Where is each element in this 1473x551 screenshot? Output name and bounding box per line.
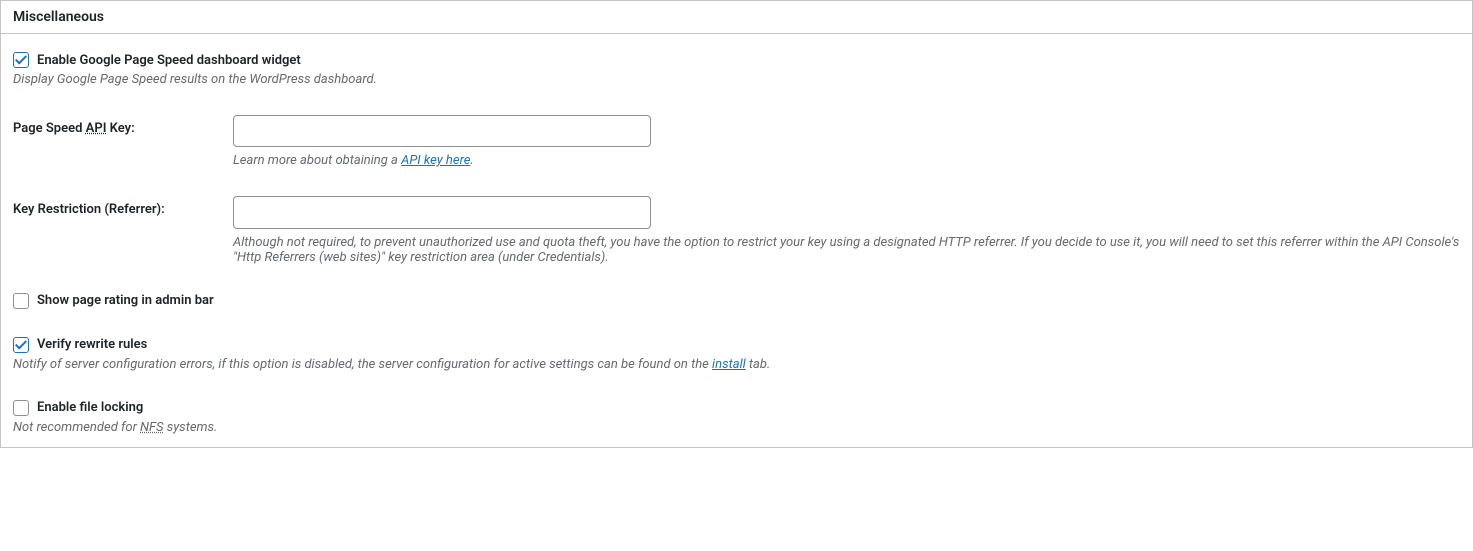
show-rating-label[interactable]: Show page rating in admin bar (37, 293, 214, 308)
enable-widget-label[interactable]: Enable Google Page Speed dashboard widge… (37, 53, 301, 68)
enable-widget-checkbox[interactable] (13, 52, 29, 68)
file-locking-description: Not recommended for NFS systems. (13, 420, 1460, 435)
misc-settings-panel: Miscellaneous Enable Google Page Speed d… (0, 0, 1473, 448)
file-locking-checkbox[interactable] (13, 400, 29, 416)
verify-rewrite-description: Notify of server configuration errors, i… (13, 357, 1460, 372)
setting-api-key: Page Speed API Key: Learn more about obt… (13, 115, 1460, 168)
panel-header: Miscellaneous (1, 1, 1472, 34)
api-key-help: Learn more about obtaining a API key her… (233, 153, 1460, 168)
setting-show-rating: Show page rating in admin bar (13, 293, 1460, 309)
setting-file-locking: Enable file locking Not recommended for … (13, 400, 1460, 435)
key-restriction-label: Key Restriction (Referrer): (13, 196, 233, 217)
key-restriction-input[interactable] (233, 196, 651, 228)
panel-title: Miscellaneous (1, 1, 1472, 33)
api-key-input[interactable] (233, 115, 651, 147)
api-key-label: Page Speed API Key: (13, 115, 233, 136)
enable-widget-description: Display Google Page Speed results on the… (13, 72, 1460, 87)
show-rating-checkbox[interactable] (13, 293, 29, 309)
panel-body: Enable Google Page Speed dashboard widge… (1, 52, 1472, 447)
api-abbr: API (86, 121, 107, 136)
verify-rewrite-label[interactable]: Verify rewrite rules (37, 337, 147, 352)
setting-key-restriction: Key Restriction (Referrer): Although not… (13, 196, 1460, 264)
api-key-help-link[interactable]: API key here (401, 153, 470, 168)
install-link[interactable]: install (712, 357, 746, 372)
key-restriction-description: Although not required, to prevent unauth… (233, 235, 1460, 265)
setting-enable-widget: Enable Google Page Speed dashboard widge… (13, 52, 1460, 87)
verify-rewrite-checkbox[interactable] (13, 337, 29, 353)
setting-verify-rewrite: Verify rewrite rules Notify of server co… (13, 337, 1460, 372)
nfs-abbr: NFS (140, 420, 163, 435)
file-locking-label[interactable]: Enable file locking (37, 400, 143, 415)
